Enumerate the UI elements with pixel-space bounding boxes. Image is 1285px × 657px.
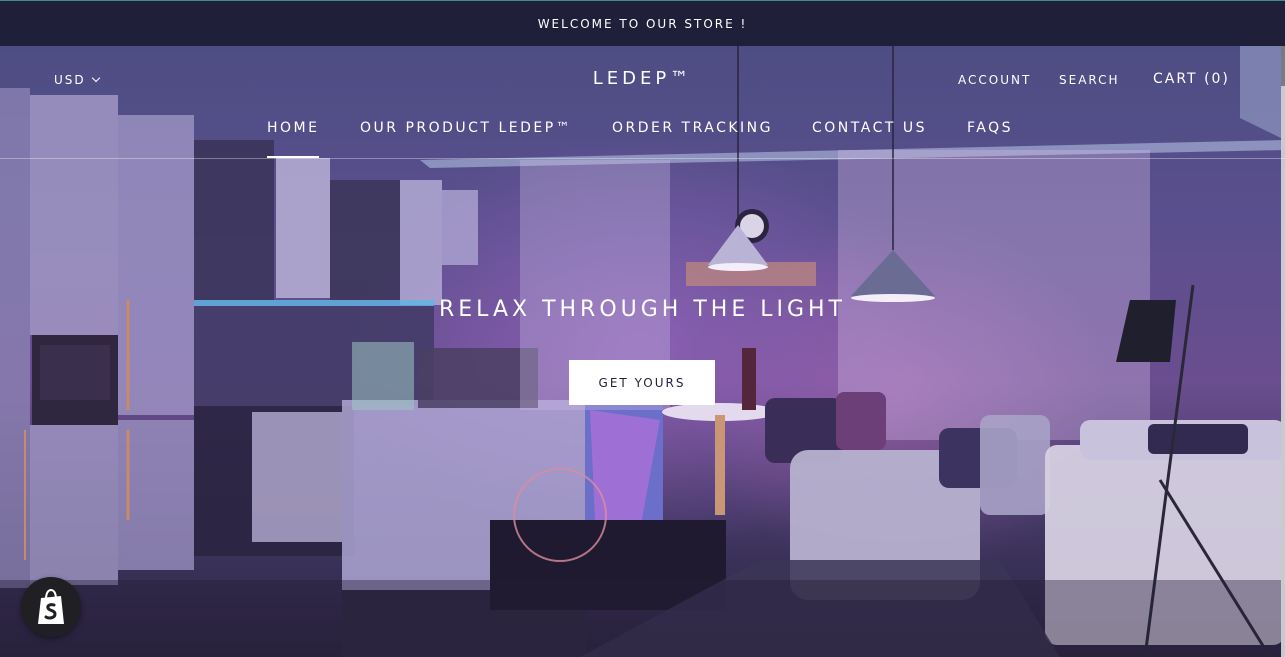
nav-item-home[interactable]: HOME: [267, 120, 320, 158]
announcement-text: WELCOME TO OUR STORE !: [537, 16, 748, 31]
logo-text[interactable]: LEDEP™: [593, 68, 693, 89]
nav-item-faqs[interactable]: FAQS: [967, 120, 1013, 136]
shopify-badge[interactable]: [21, 577, 81, 637]
cart-link[interactable]: CART (0): [1153, 71, 1230, 87]
nav-item-order-tracking[interactable]: ORDER TRACKING: [612, 120, 773, 136]
nav-item-our-product[interactable]: OUR PRODUCT LEDEP™: [360, 120, 572, 136]
get-yours-button[interactable]: GET YOURS: [569, 360, 715, 405]
search-link[interactable]: SEARCH: [1059, 73, 1120, 87]
main-nav: HOME OUR PRODUCT LEDEP™ ORDER TRACKING C…: [0, 120, 1285, 158]
header-divider: [0, 158, 1285, 159]
announcement-bar: WELCOME TO OUR STORE !: [0, 0, 1285, 46]
account-link[interactable]: ACCOUNT: [958, 73, 1031, 87]
shopify-bag-icon: [38, 588, 64, 624]
hero-title: RELAX THROUGH THE LIGHT: [439, 297, 846, 322]
nav-item-contact-us[interactable]: CONTACT US: [812, 120, 927, 136]
